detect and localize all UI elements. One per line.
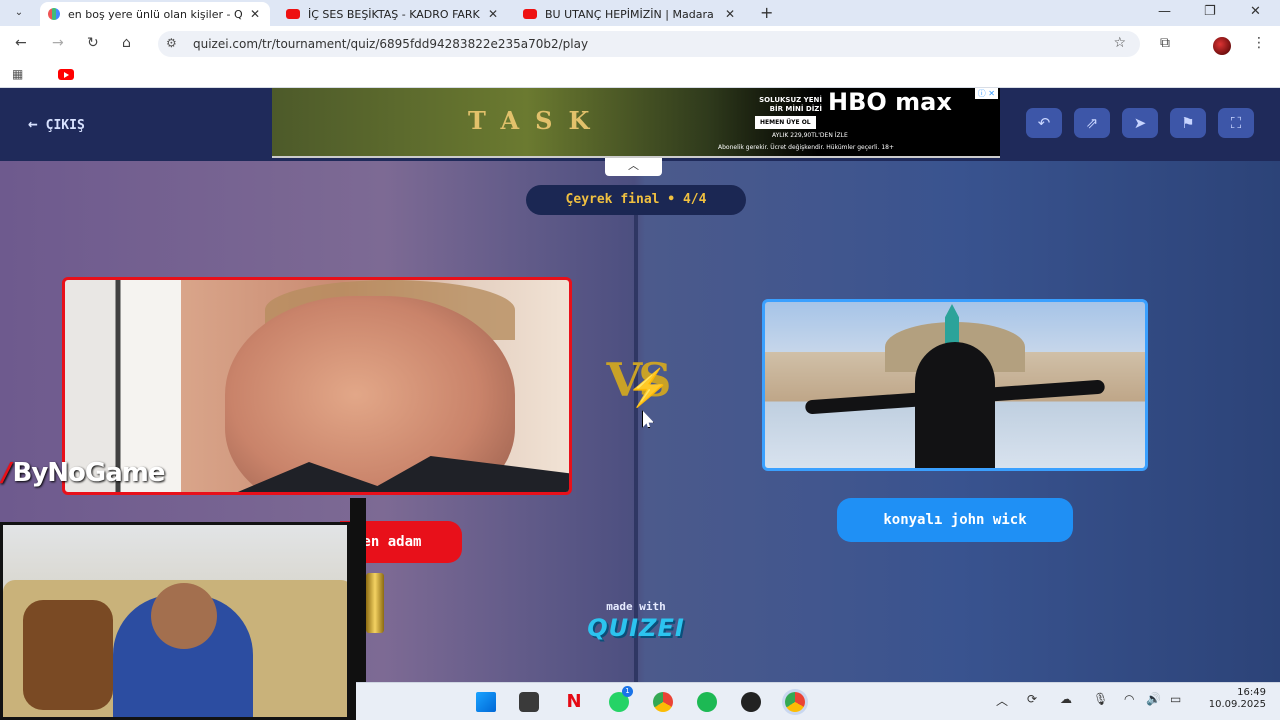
exit-button[interactable]: ← ÇIKIŞ — [28, 114, 85, 133]
ad-tagline: SOLUKSUZ YENİ BİR MİNİ DİZİ — [759, 96, 822, 113]
chrome-icon[interactable] — [653, 692, 673, 712]
home-icon[interactable]: ⌂ — [122, 35, 131, 51]
close-icon[interactable]: ✕ — [250, 7, 260, 21]
ad-legal: Abonelik gerekir. Ücret değişkendir. Hük… — [718, 144, 894, 151]
advertisement-banner[interactable]: TASK SOLUKSUZ YENİ BİR MİNİ DİZİ HEMEN Ü… — [272, 88, 1000, 158]
flag-icon[interactable]: ⚑ — [1170, 108, 1206, 138]
microphone-icon[interactable]: 🎙 — [1093, 692, 1108, 706]
arrow-left-icon: ← — [28, 114, 38, 133]
youtube-bookmark-icon[interactable] — [58, 69, 74, 80]
forward-arrow-icon[interactable]: → — [52, 35, 64, 51]
quizei-logo[interactable]: QUIZEI — [560, 614, 712, 642]
clock-date: 10.09.2025 — [1208, 699, 1266, 710]
ad-price: AYLIK 229,90TL'DEN İZLE — [772, 132, 848, 139]
watermark-text: ByNoGame — [12, 458, 166, 488]
watermark-slash-icon: / — [2, 458, 11, 488]
send-icon[interactable]: ➤ — [1122, 108, 1158, 138]
profile-avatar[interactable] — [1213, 37, 1231, 55]
lightning-bolt-icon: ⚡ — [626, 367, 671, 409]
tab-search-icon[interactable]: ⌄ — [10, 5, 28, 21]
close-icon[interactable]: ✕ — [725, 7, 735, 21]
menu-dots-icon[interactable]: ⋮ — [1252, 35, 1266, 51]
right-image-person — [915, 342, 995, 468]
share-icon[interactable]: ⇗ — [1074, 108, 1110, 138]
wifi-icon[interactable]: ◠ — [1124, 692, 1134, 706]
browser-tab-bar: ⌄ en boş yere ünlü olan kişiler - Q ✕ İÇ… — [0, 0, 1280, 26]
url-text[interactable]: quizei.com/tr/tournament/quiz/6895fdd942… — [193, 37, 588, 51]
fullscreen-icon[interactable]: ⛶ — [1218, 108, 1254, 138]
netflix-icon[interactable]: N — [564, 692, 584, 712]
streamer-watermark: /ByNoGame — [2, 458, 166, 488]
window-close-icon[interactable]: ✕ — [1250, 4, 1261, 19]
browser-toolbar: ← → ↻ ⌂ ⚙ quizei.com/tr/tournament/quiz/… — [0, 26, 1280, 62]
clock-time: 16:49 — [1237, 687, 1266, 698]
volume-icon[interactable]: 🔊 — [1146, 692, 1161, 706]
webcam-chair — [23, 600, 113, 710]
made-with-label: made with — [606, 600, 666, 613]
tab-title: BU UTANÇ HEPİMİZİN | Madara — [545, 7, 714, 21]
apps-grid-icon[interactable]: ▦ — [12, 67, 23, 81]
windows-start-icon[interactable] — [476, 692, 496, 712]
cloud-icon[interactable]: ☁ — [1060, 692, 1072, 706]
extensions-icon[interactable]: ⧉ — [1160, 35, 1170, 51]
battery-icon[interactable]: ▭ — [1170, 692, 1181, 706]
system-clock[interactable]: 16:49 10.09.2025 — [1198, 687, 1266, 711]
address-bar[interactable]: ⚙ quizei.com/tr/tournament/quiz/6895fdd9… — [158, 31, 1140, 57]
ad-cta[interactable]: HEMEN ÜYE OL — [755, 116, 816, 129]
tab-title: en boş yere ünlü olan kişiler - Q — [68, 7, 243, 21]
youtube-icon — [523, 9, 537, 19]
minimize-icon[interactable]: — — [1158, 4, 1171, 19]
multicolor-favicon-icon — [48, 8, 60, 20]
restore-icon[interactable]: ❐ — [1204, 4, 1216, 19]
file-explorer-icon[interactable] — [519, 692, 539, 712]
ad-brand: HBO max — [828, 88, 952, 116]
right-choice-button[interactable]: konyalı john wick — [837, 498, 1073, 542]
whatsapp-badge: 1 — [622, 686, 633, 697]
round-indicator: Çeyrek final • 4/4 — [526, 185, 746, 215]
new-tab-plus-icon[interactable]: + — [760, 3, 773, 22]
browser-tab-3[interactable]: BU UTANÇ HEPİMİZİN | Madara ✕ — [515, 2, 745, 26]
center-divider — [634, 215, 638, 720]
bookmark-star-icon[interactable]: ☆ — [1113, 35, 1126, 51]
browser-tab-1[interactable]: en boş yere ünlü olan kişiler - Q ✕ — [40, 2, 270, 26]
bookmarks-bar: ▦ — [0, 62, 1280, 88]
right-choice-image[interactable] — [762, 299, 1148, 471]
tab-title: İÇ SES BEŞİKTAŞ - KADRO FARK — [308, 7, 480, 21]
close-icon[interactable]: ✕ — [488, 7, 498, 21]
webcam-overlay — [0, 522, 350, 720]
ad-title: TASK — [468, 106, 606, 135]
overlay-gold-bar — [366, 573, 384, 633]
ad-choices-icon[interactable]: ⓘ ✕ — [974, 88, 998, 99]
webcam-person-head — [151, 583, 217, 649]
spotify-icon[interactable] — [697, 692, 717, 712]
youtube-icon — [286, 9, 300, 19]
chrome-active-icon[interactable] — [785, 692, 805, 712]
undo-icon[interactable]: ↶ — [1026, 108, 1062, 138]
windows-taskbar: N — [356, 682, 1280, 720]
site-settings-icon[interactable]: ⚙ — [166, 36, 177, 50]
obs-icon[interactable] — [741, 692, 761, 712]
versus-emblem: VS ⚡ — [590, 350, 684, 410]
collapse-ad-chevron-icon[interactable]: ︿ — [605, 158, 662, 176]
reload-icon[interactable]: ↻ — [87, 35, 99, 51]
browser-tab-2[interactable]: İÇ SES BEŞİKTAŞ - KADRO FARK ✕ — [278, 2, 508, 26]
tray-chevron-icon[interactable]: ︿ — [996, 692, 1008, 709]
sync-icon[interactable]: ⟳ — [1027, 692, 1037, 706]
back-arrow-icon[interactable]: ← — [15, 35, 27, 51]
exit-label: ÇIKIŞ — [45, 118, 85, 133]
